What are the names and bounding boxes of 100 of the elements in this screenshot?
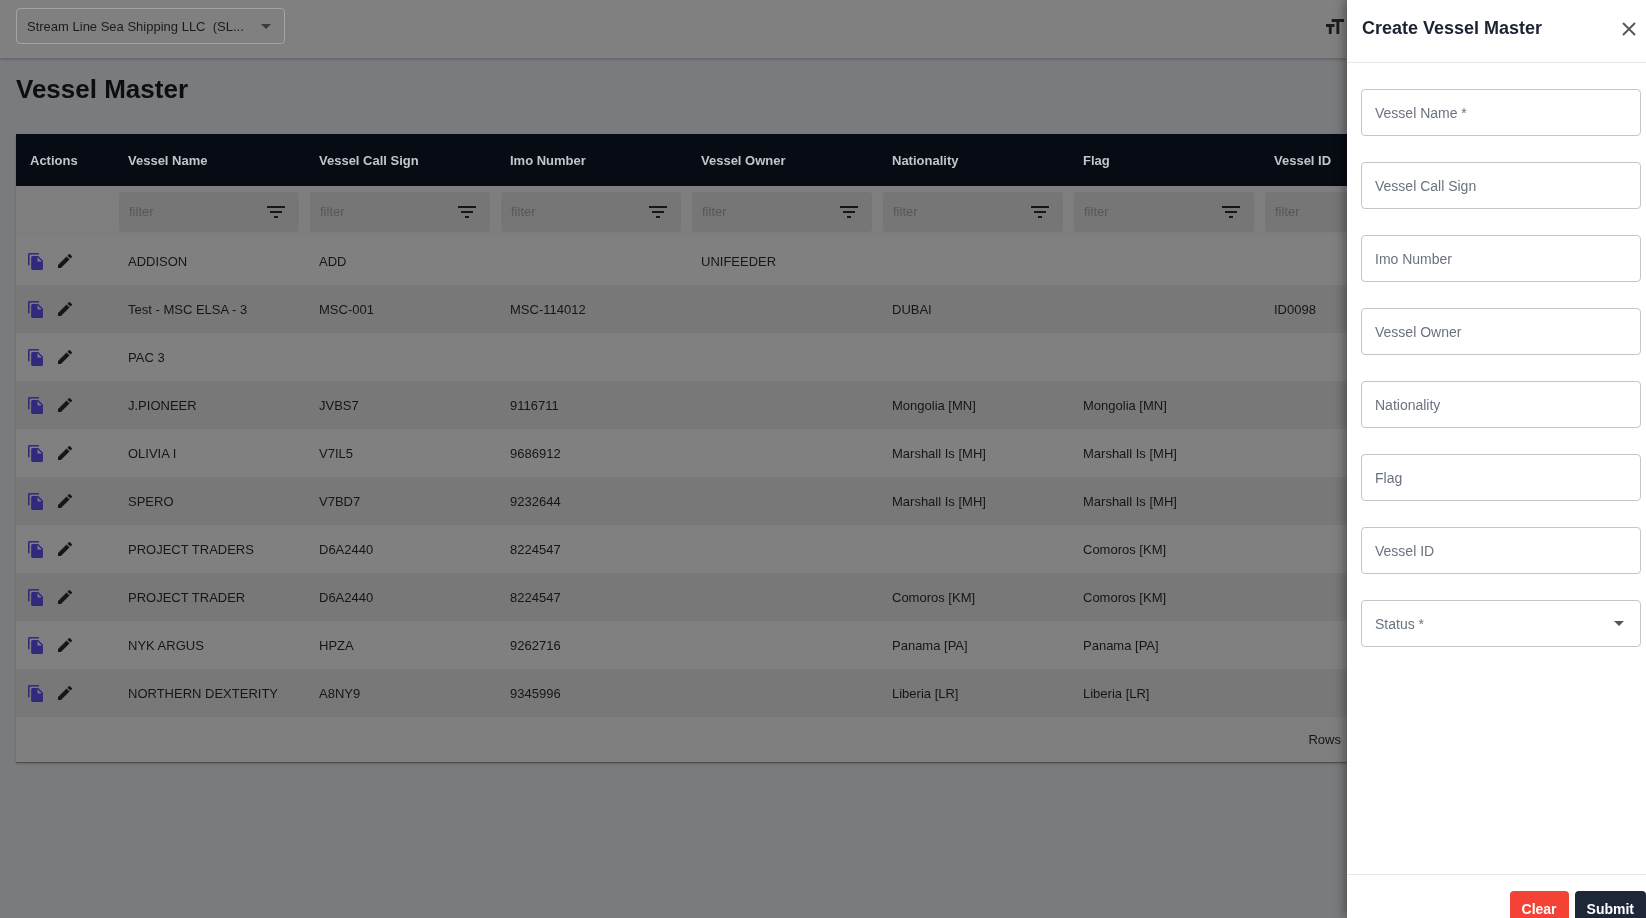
column-header: Vessel Call Sign [318, 152, 419, 168]
pencil-icon[interactable] [58, 494, 72, 508]
panel-title: Create Vessel Master [1362, 18, 1543, 39]
table-cell: JVBS7 [319, 398, 359, 413]
table-cell: NORTHERN DEXTERITY [128, 686, 278, 701]
table-cell: 9345996 [510, 686, 561, 701]
table-cell: Liberia [LR] [892, 686, 959, 701]
copy-icon[interactable] [28, 396, 43, 414]
table-cell: Liberia [LR] [1083, 686, 1150, 701]
copy-icon[interactable] [28, 636, 43, 654]
filter-icon[interactable] [649, 205, 667, 218]
table-cell: UNIFEEDER [701, 254, 777, 269]
input-field[interactable]: Flag [1361, 454, 1641, 501]
table-row[interactable]: NYK ARGUS HPZA 9262716 Panama [PA] Panama [PA] [16, 621, 1347, 669]
pencil-icon[interactable] [58, 254, 72, 268]
input-field[interactable]: Vessel Owner [1361, 308, 1641, 355]
input-field[interactable]: Vessel Name * [1361, 89, 1641, 136]
pencil-icon[interactable] [58, 686, 72, 700]
table-cell: DUBAI [892, 302, 932, 317]
table-cell: Comoros [KM] [1083, 590, 1167, 605]
table-row[interactable]: ADDISON ADD UNIFEEDER [16, 237, 1347, 285]
table-cell: SPERO [128, 494, 174, 509]
caret-icon [1614, 621, 1624, 626]
column-header: Vessel Name [127, 152, 208, 168]
table-cell: ADD [319, 254, 347, 269]
pencil-icon[interactable] [58, 590, 72, 604]
table-cell: HPZA [319, 638, 354, 653]
table-cell: Marshall Is [MH] [892, 446, 986, 461]
clear-button[interactable]: Clear [1509, 891, 1569, 918]
table-cell: A8NY9 [319, 686, 361, 701]
table-cell: 8224547 [510, 590, 561, 605]
filter-icon[interactable] [267, 205, 285, 218]
table-cell: Marshall Is [MH] [1083, 494, 1177, 509]
copy-icon[interactable] [28, 540, 43, 558]
column-header: Nationality [891, 152, 959, 168]
rows-per-page-label: Rows [1308, 732, 1341, 747]
column-header: Vessel ID [1273, 152, 1332, 168]
column-header: Flag [1082, 152, 1110, 168]
table-row[interactable]: J.PIONEER JVBS7 9116711 Mongolia [MN] Mongolia [MN] [16, 381, 1347, 429]
table-cell: J.PIONEER [128, 398, 197, 413]
text-size-icon[interactable] [1326, 18, 1344, 34]
column-header: Actions [29, 152, 78, 168]
filter-icon[interactable] [840, 205, 858, 218]
table-cell: ADDISON [128, 254, 188, 269]
table-cell: D6A2440 [319, 590, 374, 605]
table-cell: Mongolia [MN] [1083, 398, 1167, 413]
input-field[interactable]: Vessel ID [1361, 527, 1641, 574]
close-icon[interactable] [1622, 21, 1636, 36]
table-cell: PROJECT TRADER [128, 590, 246, 605]
table-cell: 9686912 [510, 446, 561, 461]
table-cell: NYK ARGUS [128, 638, 204, 653]
table-cell: Test - MSC ELSA - 3 [128, 302, 248, 317]
select-field[interactable]: Status * [1361, 600, 1641, 647]
pencil-icon[interactable] [58, 542, 72, 556]
table-row[interactable]: PROJECT TRADERS D6A2440 8224547 Comoros [KM] [16, 525, 1347, 573]
table-cell: V7IL5 [319, 446, 353, 461]
table-row[interactable]: SPERO V7BD7 9232644 Marshall Is [MH] Marshall Is [MH] [16, 477, 1347, 525]
input-field[interactable]: Nationality [1361, 381, 1641, 428]
input-field[interactable]: Imo Number [1361, 235, 1641, 282]
table-cell: 9232644 [510, 494, 561, 509]
table-row[interactable]: PROJECT TRADER D6A2440 8224547 Comoros [KM] Comoros [KM] [16, 573, 1347, 621]
copy-icon[interactable] [28, 492, 43, 510]
table-cell: ID0098 [1274, 302, 1316, 317]
filter-icon[interactable] [1222, 205, 1240, 218]
table-cell: 9262716 [510, 638, 561, 653]
input-field[interactable]: Vessel Call Sign [1361, 162, 1641, 209]
table-cell: Marshall Is [MH] [892, 494, 986, 509]
table-row[interactable]: NORTHERN DEXTERITY A8NY9 9345996 Liberia [LR] Liberia [LR] [16, 669, 1347, 717]
column-header: Vessel Owner [700, 152, 786, 168]
table-cell: Panama [PA] [1083, 638, 1159, 653]
submit-button[interactable]: Submit [1574, 891, 1646, 918]
table-cell: Comoros [KM] [1083, 542, 1167, 557]
copy-icon[interactable] [28, 348, 43, 366]
pencil-icon[interactable] [58, 302, 72, 316]
caret-icon [261, 23, 271, 29]
table-cell: D6A2440 [319, 542, 374, 557]
table-cell: PROJECT TRADERS [128, 542, 254, 557]
filter-icon[interactable] [1031, 205, 1049, 218]
company-dropdown[interactable]: Stream Line Sea Shipping LLC (SL... [16, 8, 285, 44]
pencil-icon[interactable] [58, 350, 72, 364]
table-cell: 9116711 [510, 398, 559, 413]
table-row[interactable]: OLIVIA I V7IL5 9686912 Marshall Is [MH] Marshall Is [MH] [16, 429, 1347, 477]
copy-icon[interactable] [28, 588, 43, 606]
table-row[interactable]: Test - MSC ELSA - 3 MSC-001 MSC-114012 DUBAI ID0098 [16, 285, 1347, 333]
copy-icon[interactable] [28, 252, 43, 270]
table-cell: 8224547 [510, 542, 561, 557]
table-cell: Comoros [KM] [892, 590, 976, 605]
pencil-icon[interactable] [58, 446, 72, 460]
table-cell: PAC 3 [128, 350, 165, 365]
table-cell: MSC-001 [319, 302, 374, 317]
pencil-icon[interactable] [58, 638, 72, 652]
copy-icon[interactable] [28, 684, 43, 702]
copy-icon[interactable] [28, 300, 43, 318]
table-row[interactable]: PAC 3 [16, 333, 1347, 381]
table-cell: OLIVIA I [128, 446, 177, 461]
pencil-icon[interactable] [58, 398, 72, 412]
table-cell: Marshall Is [MH] [1083, 446, 1177, 461]
table-cell: V7BD7 [319, 494, 361, 509]
copy-icon[interactable] [28, 444, 43, 462]
filter-icon[interactable] [458, 205, 476, 218]
